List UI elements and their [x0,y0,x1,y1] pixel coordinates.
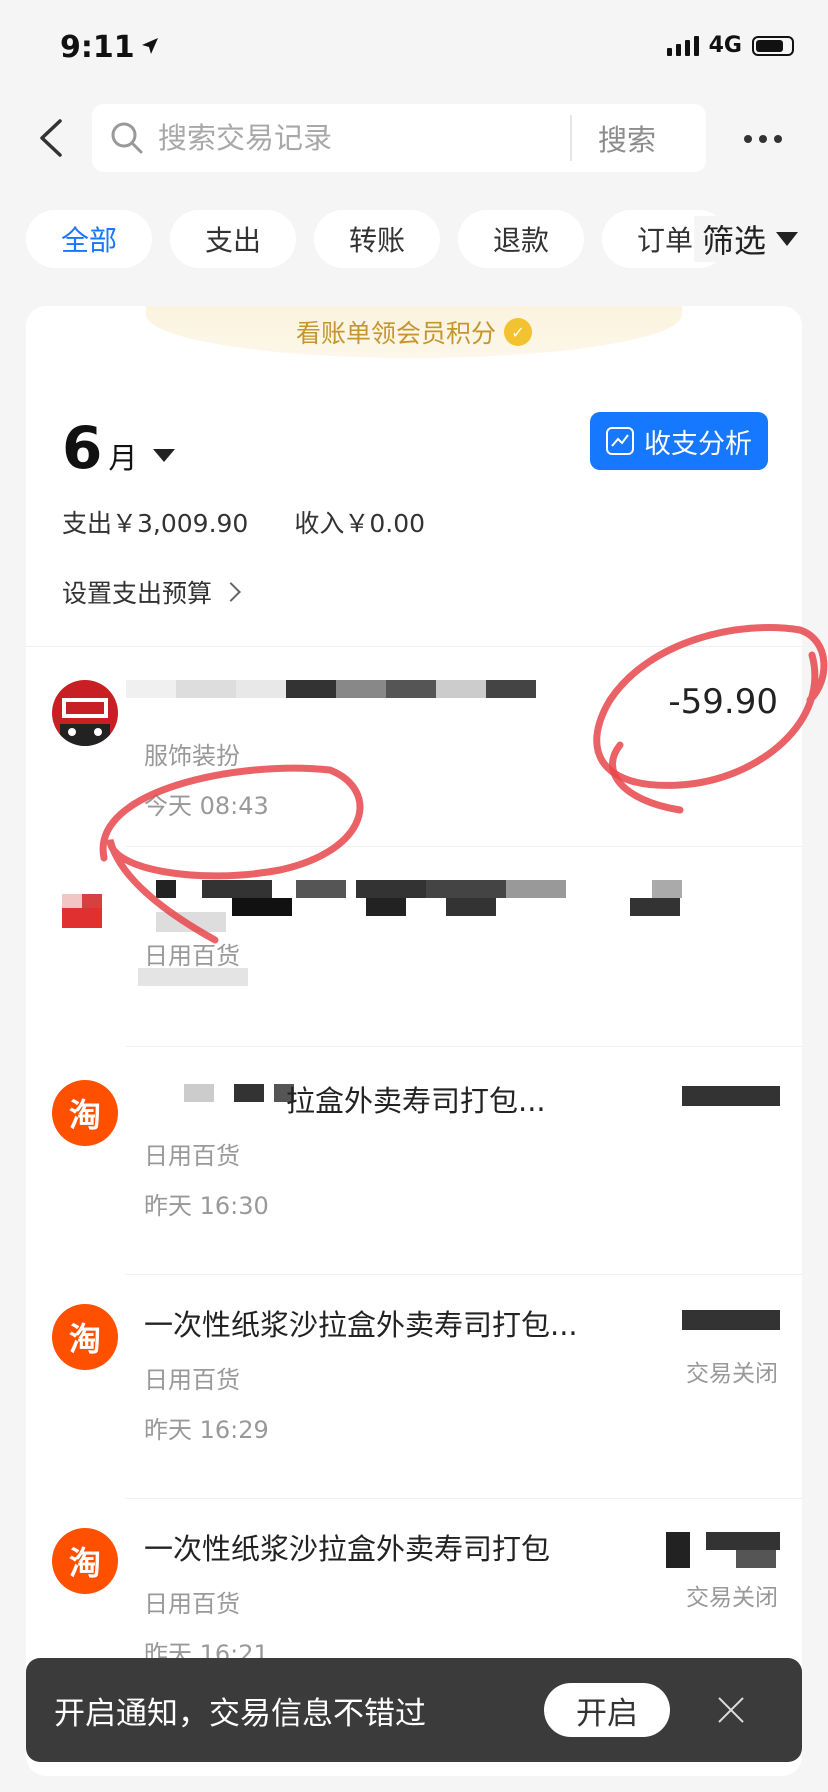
chevron-right-icon [221,582,241,602]
redacted-text [156,912,226,932]
taobao-icon: 淘 [52,1080,118,1146]
redacted-amount [682,1310,780,1330]
month-selector[interactable]: 6 月 [62,414,176,482]
month-summary: 支出￥3,009.90 收入￥0.00 [62,504,425,540]
battery-icon [752,35,794,56]
merchant-avatar [52,680,118,746]
network-label: 4G [708,33,742,58]
chart-trend-icon [606,427,634,455]
redacted-amount [646,1532,780,1568]
transaction-row[interactable]: 服饰装扮 今天 08:43 -59.90 [26,650,802,846]
taobao-icon: 淘 [52,1528,118,1594]
search-input[interactable] [156,120,570,156]
transaction-category: 日用百货 [144,1142,240,1170]
filter-label: 筛选 [701,222,766,260]
back-button[interactable] [36,118,76,158]
search-button[interactable]: 搜索 [598,117,656,159]
redacted-time [138,968,248,986]
search-bar[interactable]: 搜索 [92,104,706,172]
tab-all[interactable]: 全部 [26,210,152,268]
transaction-category: 日用百货 [144,942,240,970]
budget-link[interactable]: 设置支出预算 [62,574,241,610]
transaction-time: 今天 08:43 [144,792,269,820]
caret-down-icon [153,449,176,462]
tab-refund[interactable]: 退款 [458,210,584,268]
redacted-amount [682,1086,780,1106]
signal-icon [666,35,699,56]
income-total: 收入￥0.00 [294,509,426,538]
transaction-category: 日用百货 [144,1590,240,1618]
redacted-title [134,1084,294,1104]
toast-text: 开启通知，交易信息不错过 [54,1695,426,1732]
redacted-title [126,680,536,702]
enable-notification-button[interactable]: 开启 [544,1683,670,1737]
analysis-button[interactable]: 收支分析 [590,412,768,470]
search-icon [111,122,143,154]
transaction-category: 日用百货 [144,1366,240,1394]
transaction-row[interactable]: 淘 一次性纸浆沙拉盒外卖寿司打包... 交易关闭 日用百货 昨天 16:29 [26,1274,802,1470]
transaction-time: 昨天 16:29 [144,1416,269,1444]
month-unit: 月 [108,441,138,475]
divider [26,646,802,647]
bill-card: 看账单领会员积分 ✓ 6 月 收支分析 支出￥3,009.90 收入￥0.00 … [26,306,802,1776]
tab-transfer[interactable]: 转账 [314,210,440,268]
promo-text: 看账单领会员积分 [295,319,496,348]
close-icon[interactable] [714,1693,748,1727]
divider [126,1046,802,1047]
filter-tabs: 全部 支出 转账 退款 订单 [26,210,806,268]
transaction-status: 交易关闭 [686,1585,778,1611]
location-arrow-icon [140,36,160,60]
status-indicators: 4G [666,33,794,58]
promo-banner[interactable]: 看账单领会员积分 ✓ [146,306,682,358]
tab-expense[interactable]: 支出 [170,210,296,268]
transaction-row[interactable]: 日用百货 [26,850,802,1046]
notification-toast: 开启通知，交易信息不错过 开启 [26,1658,802,1762]
budget-label: 设置支出预算 [62,579,213,608]
search-divider [570,115,572,161]
redacted-title [156,880,786,916]
transaction-title: 一次性纸浆沙拉盒外卖寿司打包... [144,1308,578,1342]
divider [126,846,802,847]
transaction-title: 拉盒外卖寿司打包... [286,1084,546,1118]
more-options-icon[interactable] [744,135,782,143]
status-time: 9:11 [60,30,135,65]
expense-total: 支出￥3,009.90 [62,509,249,538]
filter-button[interactable]: 筛选 [693,216,798,262]
merchant-avatar [52,880,118,946]
transaction-title: 一次性纸浆沙拉盒外卖寿司打包 [144,1532,551,1566]
month-number: 6 [62,414,103,482]
transaction-amount: -59.90 [668,682,778,722]
transaction-category: 服饰装扮 [144,742,240,770]
taobao-icon: 淘 [52,1304,118,1370]
caret-down-icon [776,232,798,246]
analysis-label: 收支分析 [644,428,752,460]
transaction-row[interactable]: 淘 拉盒外卖寿司打包... 日用百货 昨天 16:30 [26,1050,802,1246]
chevron-left-icon [40,119,62,157]
transaction-time: 昨天 16:30 [144,1192,269,1220]
vip-badge-icon: ✓ [504,318,532,346]
transaction-status: 交易关闭 [686,1361,778,1387]
